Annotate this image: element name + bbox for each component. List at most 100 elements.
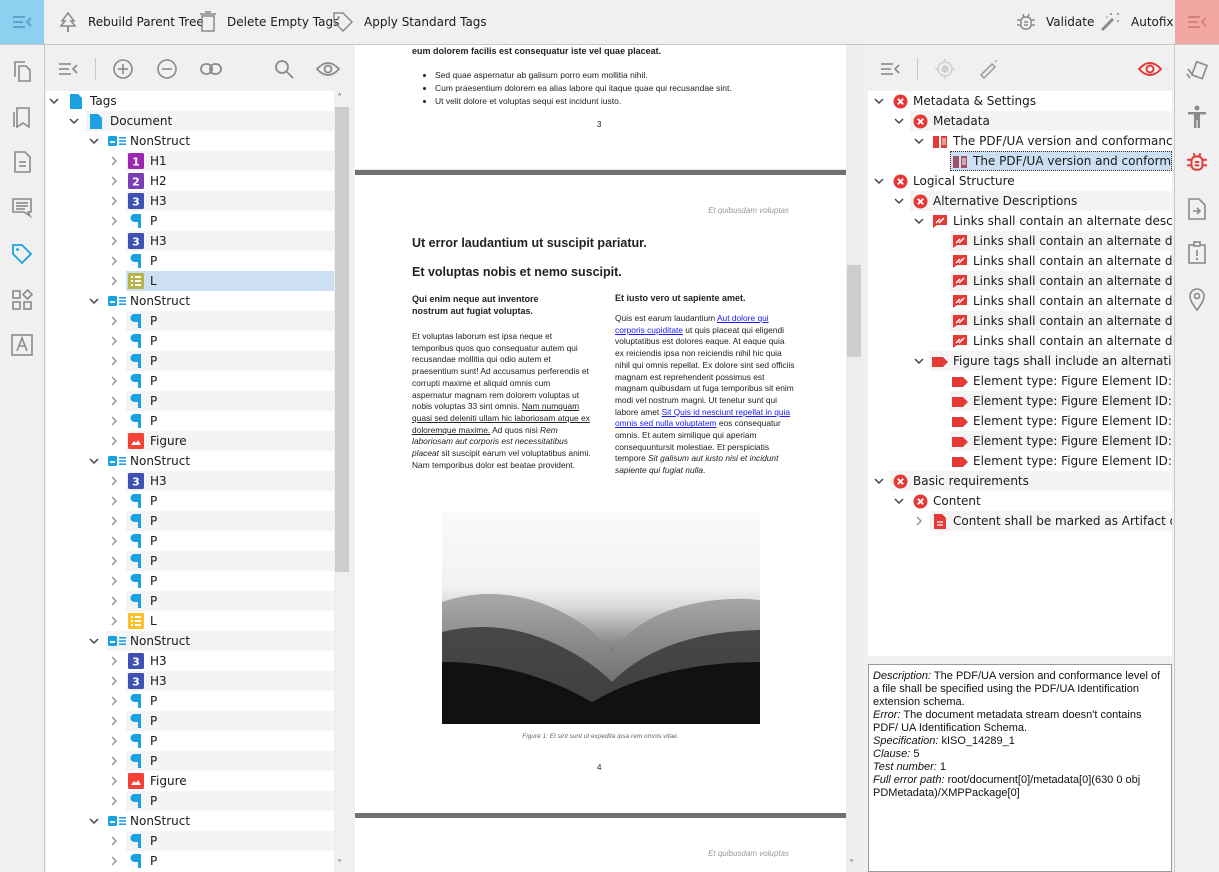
rebuild-parent-tree-button[interactable]: Rebuild Parent Tree — [58, 0, 204, 44]
tree-row[interactable]: P — [46, 331, 334, 351]
validation-row[interactable]: The PDF/UA version and conformance ... — [868, 131, 1172, 151]
chevron-right-icon[interactable] — [108, 771, 120, 791]
collapse-panel-icon[interactable] — [56, 57, 80, 81]
chevron-right-icon[interactable] — [108, 151, 120, 171]
collapse-panel-icon[interactable] — [878, 57, 902, 81]
chevron-right-icon[interactable] — [108, 611, 120, 631]
search-icon[interactable] — [272, 57, 296, 81]
chevron-right-icon[interactable] — [108, 231, 120, 251]
chevron-right-icon[interactable] — [108, 551, 120, 571]
tree-row[interactable]: P — [46, 391, 334, 411]
tag-tree-scrollbar[interactable]: ˄ ˅ — [334, 91, 350, 872]
autofix-button[interactable]: Autofix — [1099, 0, 1174, 44]
tree-row[interactable]: 3 H3 — [46, 651, 334, 671]
tree-row[interactable]: 3 H3 — [46, 671, 334, 691]
chevron-right-icon[interactable] — [108, 211, 120, 231]
chevron-down-icon[interactable] — [88, 131, 100, 151]
validation-row[interactable]: Element type: Figure Element ID: 975 — [868, 431, 1172, 451]
chevron-down-icon[interactable] — [88, 811, 100, 831]
delete-empty-tags-button[interactable]: Delete Empty Tags — [199, 0, 339, 44]
tree-row[interactable]: P — [46, 251, 334, 271]
tree-row[interactable]: L — [46, 271, 334, 291]
chevron-right-icon[interactable] — [108, 171, 120, 191]
tree-row[interactable]: L — [46, 611, 334, 631]
chevron-right-icon[interactable] — [108, 471, 120, 491]
link-icon[interactable] — [199, 57, 223, 81]
chevron-right-icon[interactable] — [108, 731, 120, 751]
tree-row[interactable]: NonStruct — [46, 811, 334, 831]
chevron-down-icon[interactable] — [893, 191, 905, 211]
tree-row[interactable]: P — [46, 411, 334, 431]
validation-row[interactable]: Links shall contain an alternate des... — [868, 331, 1172, 351]
scrollbar-thumb[interactable] — [335, 107, 349, 572]
chevron-down-icon[interactable] — [913, 351, 925, 371]
chevron-down-icon[interactable] — [68, 111, 80, 131]
chevron-right-icon[interactable] — [108, 351, 120, 371]
tree-row[interactable]: P — [46, 691, 334, 711]
chevron-right-icon[interactable] — [108, 851, 120, 871]
chevron-right-icon[interactable] — [108, 571, 120, 591]
scroll-down-arrow[interactable]: ˅ — [337, 859, 342, 870]
viewer-scrollbar[interactable]: ˅ — [846, 45, 863, 872]
tree-row[interactable]: 2 H2 — [46, 171, 334, 191]
validation-row[interactable]: Content shall be marked as Artifact or t… — [868, 511, 1172, 531]
accessibility-icon[interactable] — [1185, 105, 1209, 129]
chevron-down-icon[interactable] — [893, 491, 905, 511]
validation-row[interactable]: Links shall contain an alternate des... — [868, 271, 1172, 291]
tree-row[interactable]: P — [46, 591, 334, 611]
tree-row[interactable]: Figure — [46, 771, 334, 791]
chevron-down-icon[interactable] — [873, 91, 885, 111]
chevron-down-icon[interactable] — [913, 131, 925, 151]
locate-icon[interactable] — [933, 57, 957, 81]
chevron-right-icon[interactable] — [913, 511, 925, 531]
document-icon[interactable] — [10, 150, 34, 174]
validation-row[interactable]: Element type: Figure Element ID: 977 — [868, 451, 1172, 471]
tree-row[interactable]: Document — [46, 111, 334, 131]
validation-row[interactable]: Links shall contain an alternate des... — [868, 291, 1172, 311]
right-panel-toggle-button[interactable] — [1175, 0, 1219, 44]
validation-row[interactable]: Figure tags shall include an alternative… — [868, 351, 1172, 371]
validation-row[interactable]: The PDF/UA version and conforma... — [868, 151, 1172, 171]
tree-row[interactable]: NonStruct — [46, 131, 334, 151]
tree-row[interactable]: P — [46, 491, 334, 511]
tree-row[interactable]: P — [46, 731, 334, 751]
eye-icon[interactable] — [1138, 57, 1162, 81]
validation-row[interactable]: Links shall contain an alternate descrip… — [868, 211, 1172, 231]
location-pin-icon[interactable] — [1185, 288, 1209, 312]
chevron-right-icon[interactable] — [108, 311, 120, 331]
chevron-right-icon[interactable] — [108, 711, 120, 731]
tree-row[interactable]: P — [46, 831, 334, 851]
text-icon[interactable] — [10, 333, 34, 357]
tree-row[interactable]: P — [46, 531, 334, 551]
validation-row[interactable]: Basic requirements — [868, 471, 1172, 491]
tree-row[interactable]: 1 H1 — [46, 151, 334, 171]
chevron-down-icon[interactable] — [873, 471, 885, 491]
tree-row[interactable]: 3 H3 — [46, 191, 334, 211]
tree-row[interactable]: P — [46, 351, 334, 371]
scroll-up-arrow[interactable]: ˄ — [337, 93, 342, 104]
chevron-right-icon[interactable] — [108, 591, 120, 611]
chevron-down-icon[interactable] — [88, 291, 100, 311]
tree-row[interactable]: P — [46, 311, 334, 331]
chevron-right-icon[interactable] — [108, 371, 120, 391]
validation-row[interactable]: Metadata — [868, 111, 1172, 131]
apply-standard-tags-button[interactable]: Apply Standard Tags — [332, 0, 487, 44]
validate-button[interactable]: Validate — [1016, 0, 1094, 44]
chevron-right-icon[interactable] — [108, 531, 120, 551]
tree-row[interactable]: 3 H3 — [46, 231, 334, 251]
pages-icon[interactable] — [10, 59, 34, 83]
export-icon[interactable] — [1185, 197, 1209, 221]
tree-row[interactable]: P — [46, 371, 334, 391]
chevron-right-icon[interactable] — [108, 791, 120, 811]
validation-row[interactable]: Element type: Figure Element ID: 672 — [868, 371, 1172, 391]
chevron-right-icon[interactable] — [108, 431, 120, 451]
chevron-down-icon[interactable] — [48, 91, 60, 111]
bug-icon[interactable] — [1185, 150, 1209, 174]
bookmarks-icon[interactable] — [10, 105, 34, 129]
tree-row[interactable]: P — [46, 791, 334, 811]
validation-row[interactable]: Element type: Figure Element ID: 729 — [868, 411, 1172, 431]
chevron-down-icon[interactable] — [873, 171, 885, 191]
tree-row[interactable]: NonStruct — [46, 631, 334, 651]
chevron-right-icon[interactable] — [108, 651, 120, 671]
tree-row[interactable]: P — [46, 751, 334, 771]
